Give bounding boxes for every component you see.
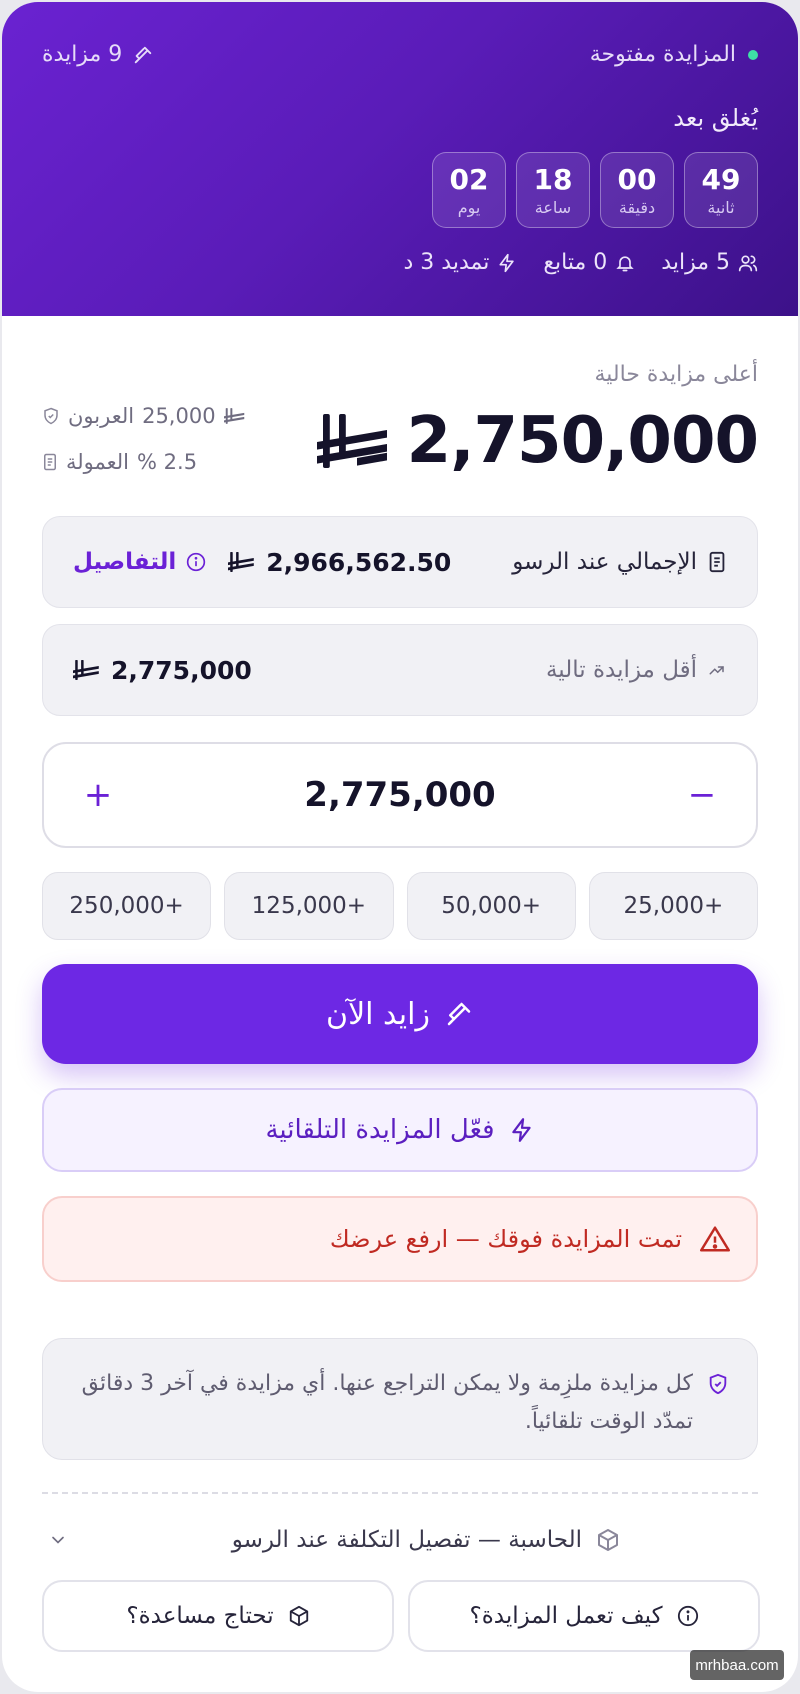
trending-up-icon [707, 661, 727, 679]
min-next-label: أقل مزايدة تالية [545, 657, 697, 683]
auction-stats: 5 مزايد 0 متابع تمديد 3 د [403, 250, 758, 275]
countdown-seconds: 49 ثانية [684, 152, 758, 228]
gavel-icon [132, 44, 154, 66]
info-icon [186, 552, 206, 572]
highest-bid-label: أعلى مزايدة حالية [594, 362, 758, 387]
countdown-value: 02 [449, 163, 489, 196]
min-next-amount: 2,775,000 [73, 656, 252, 685]
shield-check-icon [707, 1373, 729, 1433]
shield-icon [42, 407, 60, 425]
countdown-days: 02 يوم [432, 152, 506, 228]
outbid-alert: تمت المزايدة فوقك — ارفع عرضك [42, 1196, 758, 1282]
highest-bid-value: 2,750,000 [406, 404, 759, 478]
total-label: الإجمالي عند الرسو [512, 549, 697, 575]
followers-text: 0 متابع [543, 250, 608, 275]
countdown-hours: 18 ساعة [516, 152, 590, 228]
calculator-title: الحاسبة — تفصيل التكلفة عند الرسو [232, 1527, 620, 1553]
closes-label: يُغلق بعد [673, 104, 758, 132]
bid-count-text: 9 مزايدة [42, 42, 123, 67]
need-help-label: تحتاج مساعدة؟ [126, 1603, 274, 1629]
lightning-icon [509, 1117, 535, 1143]
followers-stat: 0 متابع [543, 250, 635, 275]
total-value: 2,966,562.50 [266, 547, 452, 577]
deposit-info: 25,000 العربون [42, 404, 246, 428]
how-it-works-button[interactable]: كيف تعمل المزايدة؟ [408, 1580, 760, 1652]
binding-bid-notice-text: كل مزايدة ملزِمة ولا يمكن التراجع عنها. … [81, 1371, 693, 1434]
quick-increments: +25,000 +50,000 +125,000 +250,000 [42, 872, 758, 940]
countdown-value: 18 [533, 163, 573, 196]
min-next-value: 2,775,000 [111, 655, 252, 685]
riyal-icon [73, 658, 101, 682]
details-link[interactable]: التفاصيل [73, 549, 206, 575]
how-it-works-label: كيف تعمل المزايدة؟ [469, 1603, 663, 1629]
min-next-label-group: أقل مزايدة تالية [546, 657, 727, 683]
info-icon [677, 1605, 699, 1627]
commission-label: العمولة [66, 450, 130, 474]
increment-button[interactable]: +50,000 [406, 872, 576, 940]
extension-text: تمديد 3 د [403, 250, 490, 275]
countdown-value: 49 [701, 163, 741, 196]
calculator-label: الحاسبة — تفصيل التكلفة عند الرسو [231, 1527, 582, 1553]
bell-icon [615, 253, 635, 273]
total-value-group: 2,966,562.50 التفاصيل [73, 548, 451, 577]
increment-button[interactable]: +250,000 [42, 872, 212, 940]
increment-button[interactable]: +25,000 [588, 872, 758, 940]
box-icon [596, 1528, 620, 1552]
status-text: المزايدة مفتوحة [589, 42, 736, 67]
auction-card: المزايدة مفتوحة 9 مزايدة يُغلق بعد 49 ثا… [2, 2, 798, 1692]
countdown-unit: ساعة [534, 198, 572, 217]
calculator-toggle[interactable]: الحاسبة — تفصيل التكلفة عند الرسو [42, 1514, 758, 1566]
auto-bid-button[interactable]: فعّل المزايدة التلقائية [42, 1088, 758, 1172]
status-dot-icon [748, 49, 758, 60]
countdown-timer: 49 ثانية 00 دقيقة 18 ساعة 02 يوم [432, 152, 758, 228]
countdown-unit: يوم [457, 198, 481, 217]
bidders-stat: 5 مزايد [661, 250, 758, 275]
riyal-icon [223, 406, 246, 426]
extension-stat: تمديد 3 د [403, 250, 517, 275]
total-on-award-box: الإجمالي عند الرسو 2,966,562.50 التفاصيل [42, 516, 758, 608]
increase-bid-button[interactable]: + [78, 775, 118, 815]
receipt-icon [707, 551, 727, 573]
chevron-down-icon[interactable] [48, 1530, 68, 1550]
box-icon [288, 1605, 310, 1627]
deposit-label: العربون [68, 404, 135, 428]
bid-amount-input[interactable]: 2,775,000 [304, 775, 495, 815]
bid-amount-stepper: − 2,775,000 + [42, 742, 758, 848]
outbid-alert-text: تمت المزايدة فوقك — ارفع عرضك [329, 1225, 682, 1253]
highest-bid-price: 2,750,000 [316, 404, 759, 478]
riyal-icon [228, 550, 256, 574]
total-label-group: الإجمالي عند الرسو [512, 549, 727, 575]
countdown-unit: ثانية [707, 198, 735, 217]
bid-now-button[interactable]: زايد الآن [42, 964, 758, 1064]
lightning-icon [497, 253, 517, 273]
users-icon [738, 253, 758, 273]
bidders-text: 5 مزايد [661, 250, 730, 275]
auto-bid-label: فعّل المزايدة التلقائية [265, 1115, 495, 1145]
decrease-bid-button[interactable]: − [682, 775, 722, 815]
total-amount: 2,966,562.50 [228, 548, 451, 577]
warning-icon [700, 1225, 730, 1253]
site-watermark: mrhbaa.com [690, 1650, 784, 1680]
commission-info: 2.5 % العمولة [42, 450, 197, 474]
bid-now-label: زايد الآن [326, 996, 430, 1032]
dashed-divider [42, 1492, 758, 1494]
bid-count: 9 مزايدة [42, 42, 154, 67]
riyal-icon [316, 410, 393, 472]
auction-header: المزايدة مفتوحة 9 مزايدة يُغلق بعد 49 ثا… [2, 2, 798, 316]
min-next-bid-box: أقل مزايدة تالية 2,775,000 [42, 624, 758, 716]
commission-value: 2.5 % [137, 450, 198, 474]
auction-status: المزايدة مفتوحة [590, 42, 758, 67]
countdown-value: 00 [617, 163, 657, 196]
countdown-unit: دقيقة [618, 198, 656, 217]
details-link-text[interactable]: التفاصيل [73, 549, 176, 575]
binding-bid-notice: كل مزايدة ملزِمة ولا يمكن التراجع عنها. … [42, 1338, 758, 1460]
increment-button[interactable]: +125,000 [224, 872, 394, 940]
gavel-icon [444, 999, 474, 1029]
need-help-button[interactable]: تحتاج مساعدة؟ [42, 1580, 394, 1652]
countdown-minutes: 00 دقيقة [600, 152, 674, 228]
receipt-icon [42, 453, 58, 471]
deposit-value: 25,000 [142, 404, 216, 428]
